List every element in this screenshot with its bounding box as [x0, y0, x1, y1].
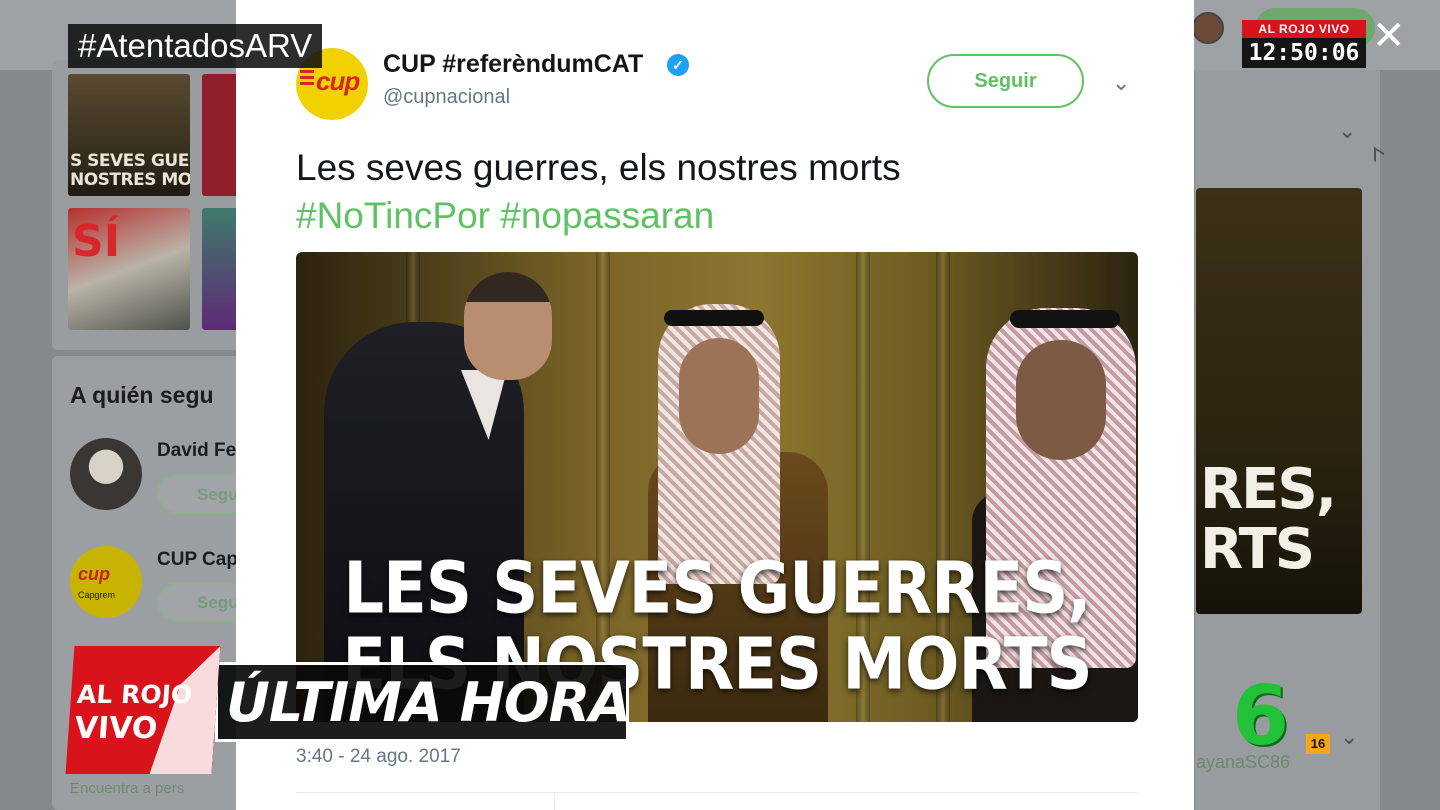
- lasexta-6-icon: 6: [1232, 669, 1290, 764]
- show-logo-line2: VIVO: [73, 711, 159, 746]
- broadcast-clock-time: 12:50:06: [1248, 40, 1360, 66]
- close-icon[interactable]: ✕: [1372, 14, 1406, 58]
- divider: [296, 792, 1138, 793]
- show-logo-graphic: [150, 646, 221, 774]
- suggestion-name[interactable]: David Fe: [157, 440, 236, 462]
- person-center-agal: [664, 310, 764, 326]
- profile-avatar[interactable]: [1192, 12, 1224, 44]
- broadcast-hashtag-banner: #AtentadosARV: [68, 24, 323, 68]
- tweet-text: Les seves guerres, els nostres morts: [296, 147, 901, 188]
- media-thumb[interactable]: S SEVES GUERR NOSTRES MO: [68, 74, 190, 196]
- who-to-follow-title: A quién segu: [70, 382, 214, 408]
- suggestion-avatar[interactable]: cup Capgrem: [70, 546, 142, 618]
- media-thumb-text: S SEVES GUERR NOSTRES MO: [70, 151, 190, 190]
- chevron-down-icon[interactable]: ⌄: [1112, 70, 1130, 96]
- find-people-link[interactable]: Encuentra a pers: [70, 780, 184, 797]
- chevron-down-icon[interactable]: ⌄: [1340, 724, 1358, 750]
- media-caption-line: LES SEVES GUERRES,: [343, 547, 1091, 631]
- tweet-author-handle[interactable]: @cupnacional: [383, 86, 510, 109]
- media-thumb[interactable]: SÍ: [68, 208, 190, 330]
- cup-logo-text: cup: [78, 564, 111, 584]
- broadcast-clock-logo: AL ROJO VIVO: [1242, 20, 1366, 38]
- cup-logo-subtext: Capgrem: [78, 590, 116, 600]
- broadcast-clock: AL ROJO VIVO 12:50:06: [1242, 20, 1366, 68]
- show-logo: AL ROJO VIVO: [65, 646, 221, 774]
- right-tweet-media[interactable]: RES, RTS: [1196, 188, 1362, 614]
- person-right-agal: [1010, 310, 1120, 328]
- hashtag-link[interactable]: #NoTincPor: [296, 195, 490, 236]
- person-right-face: [1016, 340, 1106, 460]
- suggestion-avatar[interactable]: [70, 438, 142, 510]
- right-media-text: RES, RTS: [1200, 457, 1337, 582]
- show-logo-line1: AL ROJO: [76, 680, 194, 709]
- chevron-down-icon[interactable]: ⌄: [1338, 118, 1356, 144]
- lasexta-6-logo: 6: [1232, 674, 1302, 760]
- tweet-timestamp[interactable]: 3:40 - 24 ago. 2017: [296, 746, 461, 768]
- tweet-hashtags: #NoTincPor #nopassaran: [296, 192, 714, 239]
- media-thumb-text: SÍ: [72, 216, 121, 267]
- tweet-media-image[interactable]: LES SEVES GUERRES, ELS NOSTRES MORTS: [296, 252, 1138, 722]
- person-center-face: [679, 338, 759, 454]
- senyera-stripes-icon: [300, 70, 314, 88]
- follow-button[interactable]: Seguir: [927, 54, 1084, 108]
- person-left-face: [464, 272, 552, 380]
- breaking-news-label: ÚLTIMA HORA: [226, 671, 631, 734]
- verified-check-icon: ✓: [667, 54, 689, 76]
- cup-logo-text: cup: [316, 66, 360, 96]
- tweet-author-name[interactable]: CUP #referèndumCAT: [383, 50, 643, 79]
- suggestion-name[interactable]: CUP Cap: [157, 549, 238, 571]
- hashtag-link[interactable]: #nopassaran: [500, 195, 714, 236]
- age-rating-badge: 16: [1306, 734, 1330, 754]
- divider: [554, 792, 555, 810]
